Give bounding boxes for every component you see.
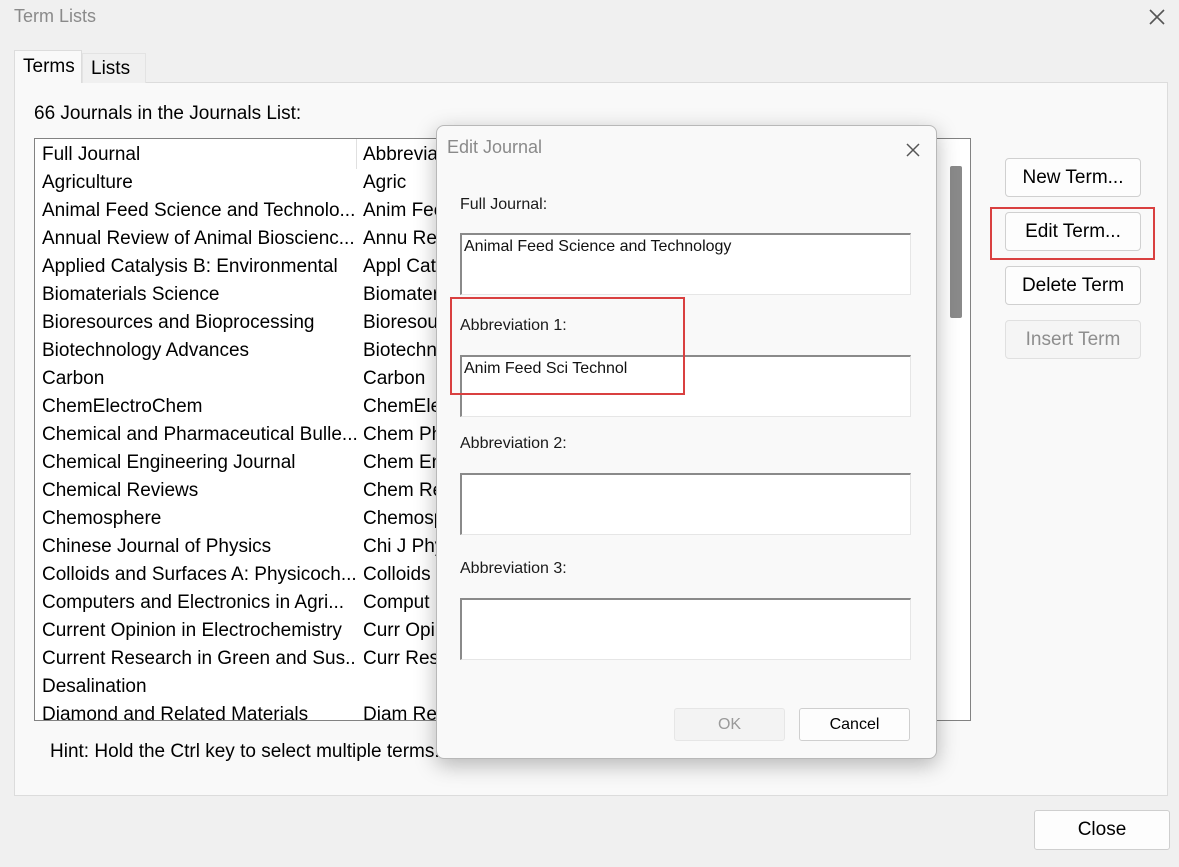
full-journal-cell: Colloids and Surfaces A: Physicoch... [42, 564, 357, 585]
delete-term-button[interactable]: Delete Term [1005, 266, 1141, 305]
new-term-button[interactable]: New Term... [1005, 158, 1141, 197]
full-journal-cell: Biomaterials Science [42, 284, 220, 305]
full-journal-cell: Current Research in Green and Sus... [42, 648, 357, 669]
full-journal-cell: Biotechnology Advances [42, 340, 250, 361]
full-journal-cell: Diamond and Related Materials [42, 704, 309, 721]
full-journal-cell: Chemical Reviews [42, 480, 199, 501]
full-journal-cell: Chemosphere [42, 508, 162, 529]
edit-journal-dialog: Edit Journal Full Journal: Animal Feed S… [436, 125, 937, 759]
ok-button[interactable]: OK [674, 708, 785, 741]
full-journal-cell: Chemical Engineering Journal [42, 452, 296, 473]
full-journal-cell: Agriculture [42, 172, 133, 193]
window-close-button[interactable] [1140, 0, 1174, 34]
tab-lists[interactable]: Lists [82, 53, 146, 83]
dialog-close-button[interactable] [897, 134, 929, 166]
dialog-title: Edit Journal [447, 137, 543, 157]
abbreviation-3-label: Abbreviation 3: [460, 560, 567, 577]
full-journal-cell: Animal Feed Science and Technolo... [42, 200, 356, 221]
cancel-button[interactable]: Cancel [799, 708, 910, 741]
hint-text: Hint: Hold the Ctrl key to select multip… [50, 741, 440, 762]
abbreviation-3-field[interactable] [460, 598, 911, 660]
full-journal-cell: Current Opinion in Electrochemistry [42, 620, 342, 641]
full-journal-cell: Applied Catalysis B: Environmental [42, 256, 338, 277]
abbreviation-1-highlight-box [450, 297, 685, 395]
full-journal-cell: Carbon [42, 368, 105, 389]
column-header-full-journal[interactable]: Full Journal [35, 141, 357, 169]
tab-terms[interactable]: Terms [14, 50, 82, 83]
full-journal-cell: Chinese Journal of Physics [42, 536, 272, 557]
list-scrollbar-thumb[interactable] [950, 166, 962, 318]
dialog-close-icon [906, 143, 920, 157]
close-button[interactable]: Close [1034, 810, 1170, 850]
window-title: Term Lists [14, 6, 97, 26]
abbreviation-2-field[interactable] [460, 473, 911, 535]
journals-count-label: 66 Journals in the Journals List: [34, 103, 302, 124]
insert-term-button[interactable]: Insert Term [1005, 320, 1141, 359]
close-icon [1149, 9, 1165, 25]
abbreviation-2-label: Abbreviation 2: [460, 435, 567, 452]
full-journal-cell: Computers and Electronics in Agri... [42, 592, 345, 613]
full-journal-cell: ChemElectroChem [42, 396, 203, 417]
full-journal-cell: Chemical and Pharmaceutical Bulle... [42, 424, 357, 445]
full-journal-label: Full Journal: [460, 196, 548, 213]
full-journal-cell: Annual Review of Animal Bioscienc... [42, 228, 355, 249]
edit-term-highlight-box [990, 207, 1155, 260]
full-journal-field[interactable]: Animal Feed Science and Technology [460, 233, 911, 295]
full-journal-cell: Bioresources and Bioprocessing [42, 312, 315, 333]
full-journal-cell: Desalination [42, 676, 147, 697]
